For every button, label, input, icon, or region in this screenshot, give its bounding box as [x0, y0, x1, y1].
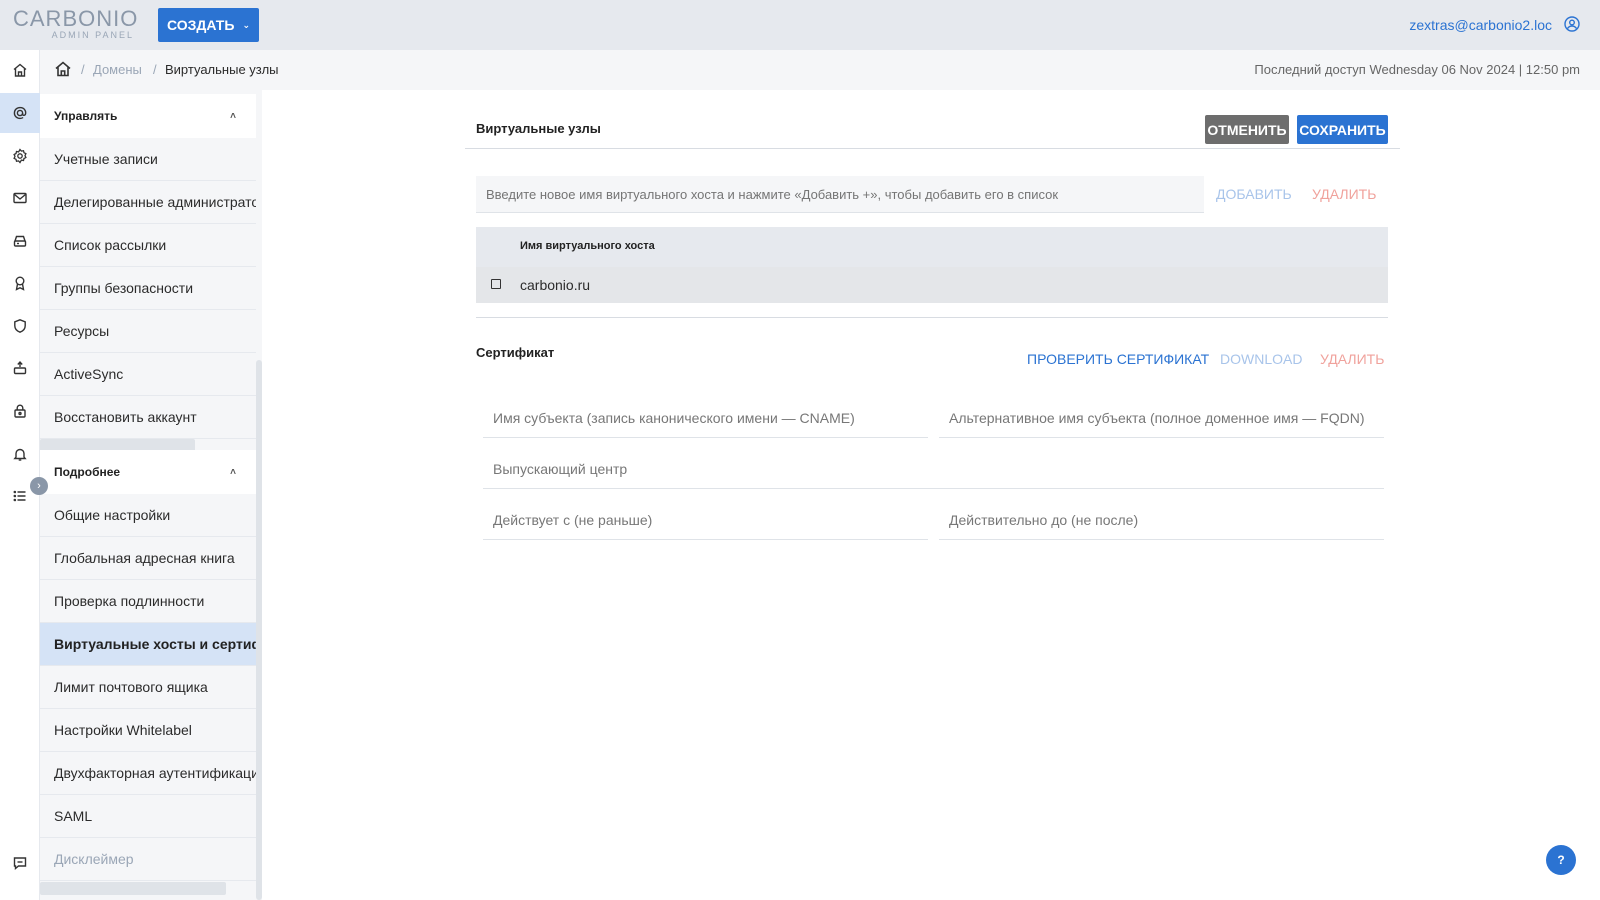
notifications-rail-button[interactable]	[0, 434, 40, 474]
chat-icon	[13, 857, 27, 870]
sidebar-item-virtual-hosts[interactable]: Виртуальные хосты и сертифик	[40, 623, 256, 666]
column-header-hostname: Имя виртуального хоста	[520, 240, 655, 252]
cos-rail-button[interactable]	[0, 263, 40, 303]
user-account-icon[interactable]	[1564, 16, 1580, 32]
shield-icon	[14, 319, 26, 333]
domain-sidebar: Управлять ˄ Учетные записи Делегированны…	[40, 90, 262, 900]
subject-alt-name-field[interactable]: Альтернативное имя субъекта (полное доме…	[939, 398, 1384, 438]
primary-nav-rail	[0, 50, 40, 900]
virtual-hosts-table-header: Имя виртуального хоста	[476, 227, 1388, 267]
breadcrumb-current: Виртуальные узлы	[165, 62, 279, 77]
subject-name-field[interactable]: Имя субъекта (запись канонического имени…	[483, 398, 928, 438]
sidebar-item-security-groups[interactable]: Группы безопасности	[40, 267, 256, 310]
sidebar-item-saml[interactable]: SAML	[40, 795, 256, 838]
sidebar-item-mailing-lists[interactable]: Список рассылки	[40, 224, 256, 267]
settings-rail-button[interactable]	[0, 136, 40, 176]
breadcrumb-domains[interactable]: Домены	[93, 62, 142, 77]
cancel-button[interactable]: ОТМЕНИТЬ	[1205, 115, 1289, 144]
sidebar-item-restore-account[interactable]: Восстановить аккаунт	[40, 396, 256, 439]
award-icon	[15, 276, 25, 291]
backup-rail-button[interactable]	[0, 348, 40, 388]
sidebar-item-resources[interactable]: Ресурсы	[40, 310, 256, 353]
sidebar-item-general-settings[interactable]: Общие настройки	[40, 494, 256, 537]
sidebar-item-whitelabel[interactable]: Настройки Whitelabel	[40, 709, 256, 752]
backup-icon	[13, 360, 27, 375]
valid-to-field[interactable]: Действительно до (не после)	[939, 500, 1384, 540]
hostname-cell: carbonio.ru	[520, 277, 591, 293]
top-bar: CARBONIO ADMIN PANEL СОЗДАТЬ ⌄ zextras@c…	[0, 0, 1600, 50]
horizontal-scrollbar[interactable]	[40, 882, 226, 895]
home-rail-button[interactable]	[0, 50, 40, 90]
sidebar-item-2fa[interactable]: Двухфакторная аутентификация	[40, 752, 256, 795]
certificate-title: Сертификат	[476, 345, 555, 360]
virtual-host-input[interactable]	[476, 176, 1204, 213]
chevron-up-icon: ˄	[230, 110, 236, 122]
divider	[476, 317, 1388, 318]
issuer-field[interactable]: Выпускающий центр	[483, 449, 1384, 489]
storage-rail-button[interactable]	[0, 221, 40, 261]
chevron-down-icon: ⌄	[242, 19, 250, 30]
home-icon	[13, 63, 27, 77]
save-button[interactable]: СОХРАНИТЬ	[1297, 115, 1388, 144]
sidebar-item-mailbox-quota[interactable]: Лимит почтового ящика	[40, 666, 256, 709]
breadcrumb: / Домены / Виртуальные узлы Последний до…	[40, 50, 1600, 90]
privacy-rail-button[interactable]	[0, 391, 40, 431]
page-title: Виртуальные узлы	[476, 121, 601, 136]
vertical-scrollbar[interactable]	[256, 360, 262, 900]
valid-from-field[interactable]: Действует с (не раньше)	[483, 500, 928, 540]
list-icon	[13, 490, 26, 502]
mail-icon	[13, 192, 27, 204]
bell-icon	[13, 448, 27, 461]
section-manage-header[interactable]: Управлять ˄	[40, 94, 256, 138]
feedback-rail-button[interactable]	[0, 843, 40, 883]
storage-icon	[13, 235, 27, 247]
domains-rail-button[interactable]	[0, 93, 40, 133]
security-rail-button[interactable]	[0, 306, 40, 346]
expand-sidebar-toggle[interactable]: ›	[30, 477, 48, 495]
sidebar-item-authentication[interactable]: Проверка подлинности	[40, 580, 256, 623]
download-certificate-button[interactable]: DOWNLOAD	[1220, 351, 1302, 367]
help-button[interactable]: ?	[1546, 845, 1576, 875]
home-icon[interactable]	[54, 60, 72, 78]
delete-certificate-button[interactable]: УДАЛИТЬ	[1320, 351, 1384, 367]
sidebar-item-accounts[interactable]: Учетные записи	[40, 138, 256, 181]
lock-icon	[14, 404, 26, 418]
sidebar-item-delegated-admins[interactable]: Делегированные администрато	[40, 181, 256, 224]
chevron-up-icon: ˄	[230, 466, 236, 478]
delete-virtual-host-button[interactable]: УДАЛИТЬ	[1312, 186, 1376, 202]
add-virtual-host-button[interactable]: ДОБАВИТЬ	[1216, 186, 1292, 202]
sidebar-item-activesync[interactable]: ActiveSync	[40, 353, 256, 396]
last-access-info: Последний доступ Wednesday 06 Nov 2024 |…	[1254, 62, 1580, 77]
at-icon	[13, 106, 27, 120]
table-row[interactable]: carbonio.ru	[476, 267, 1388, 303]
user-email[interactable]: zextras@carbonio2.loc	[1409, 17, 1552, 33]
carbonio-logo[interactable]: CARBONIO ADMIN PANEL	[13, 8, 138, 41]
section-details-header[interactable]: Подробнее ˄	[40, 450, 256, 494]
sidebar-item-disclaimer[interactable]: Дисклеймер	[40, 838, 256, 881]
sidebar-item-gal[interactable]: Глобальная адресная книга	[40, 537, 256, 580]
mail-rail-button[interactable]	[0, 178, 40, 218]
divider	[465, 148, 1400, 149]
create-button[interactable]: СОЗДАТЬ ⌄	[158, 8, 259, 42]
gear-icon	[13, 148, 27, 164]
verify-certificate-button[interactable]: ПРОВЕРИТЬ СЕРТИФИКАТ	[1027, 351, 1209, 367]
row-checkbox[interactable]	[491, 279, 501, 289]
